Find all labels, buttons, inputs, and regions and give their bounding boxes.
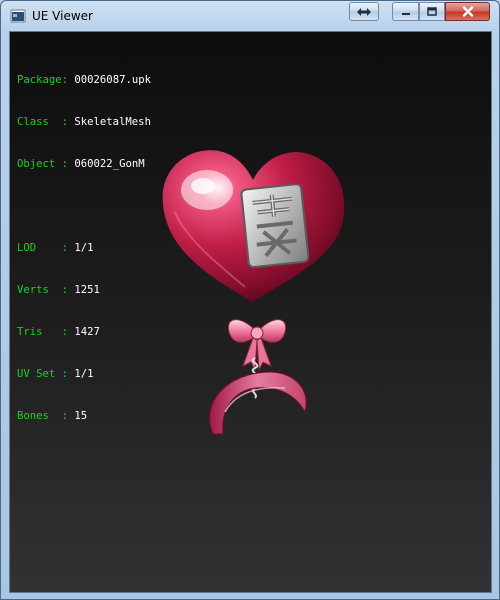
3d-viewport[interactable]: Package: 00026087.upk Class : SkeletalMe… [9,31,492,593]
crescent-base [208,371,307,435]
info-row-object: Object : 060022_GonM [17,158,145,170]
info-row-package: Package: 00026087.upk [17,74,151,86]
minimize-button[interactable] [392,2,419,21]
mesh-info-overlay: Package: 00026087.upk Class : SkeletalMe… [17,45,151,451]
title-bar[interactable]: UE Viewer [1,1,499,31]
info-row-uvset: UV Set : 1/1 [17,368,94,380]
app-window: UE Viewer Package: 00026087.upk Class: … [0,0,500,600]
maximize-button[interactable] [419,2,445,21]
info-row-bones: Bones : 15 [17,410,88,422]
ribbon-bow [227,319,287,372]
info-row-verts: Verts : 1251 [17,284,100,296]
minimize-icon [401,12,410,15]
double-arrow-icon [357,7,371,16]
emblem-plate [240,183,310,269]
app-icon [10,9,26,23]
close-icon [462,6,473,17]
fullscreen-toggle-button[interactable] [349,2,379,21]
window-title: UE Viewer [32,9,93,23]
info-row-tris: Tris : 1427 [17,326,100,338]
close-button[interactable] [445,2,490,21]
maximize-icon [427,6,437,16]
info-row-lod: LOD : 1/1 [17,242,94,254]
heart-balloon-model [162,150,345,435]
info-row-class: Class : SkeletalMesh [17,116,151,128]
